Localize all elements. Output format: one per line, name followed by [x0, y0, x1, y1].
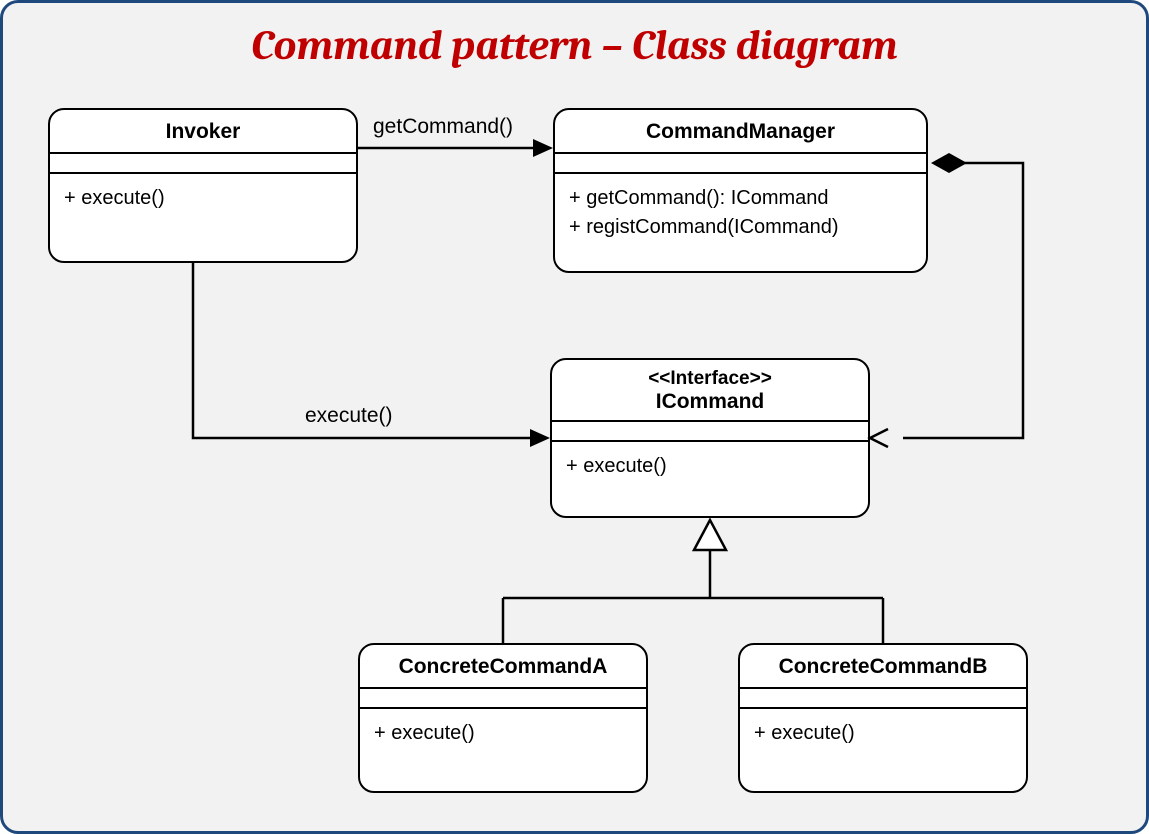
- class-invoker: Invoker + execute(): [48, 108, 358, 263]
- edge-invoker-to-manager: [358, 139, 553, 157]
- method: + registCommand(ICommand): [569, 213, 912, 242]
- method: + execute(): [374, 719, 632, 748]
- class-invoker-methods: + execute(): [50, 174, 356, 223]
- method: + execute(): [64, 184, 342, 213]
- class-invoker-attrs: [50, 154, 356, 174]
- method: + getCommand(): ICommand: [569, 184, 912, 213]
- diagram-title: Command pattern – Class diagram: [3, 21, 1146, 70]
- class-concrete-a-methods: + execute(): [360, 709, 646, 758]
- class-concrete-b-methods: + execute(): [740, 709, 1026, 758]
- class-command-manager-name: CommandManager: [555, 110, 926, 154]
- class-icommand-methods: + execute(): [552, 442, 868, 491]
- class-icommand: <<Interface>> ICommand + execute(): [550, 358, 870, 518]
- class-concrete-command-b: ConcreteCommandB + execute(): [738, 643, 1028, 793]
- method: + execute(): [754, 719, 1012, 748]
- class-icommand-attrs: [552, 422, 868, 442]
- diagram-frame: Command pattern – Class diagram Invoker …: [0, 0, 1149, 834]
- method: + execute(): [566, 452, 854, 481]
- class-concrete-b-name: ConcreteCommandB: [740, 645, 1026, 689]
- class-icommand-stereotype: <<Interface>>: [560, 368, 860, 390]
- class-invoker-name: Invoker: [50, 110, 356, 154]
- class-concrete-a-attrs: [360, 689, 646, 709]
- class-concrete-a-name: ConcreteCommandA: [360, 645, 646, 689]
- class-icommand-name-block: <<Interface>> ICommand: [552, 360, 868, 422]
- class-command-manager-attrs: [555, 154, 926, 174]
- edge-label-getcommand: getCommand(): [373, 115, 513, 139]
- class-command-manager: CommandManager + getCommand(): ICommand …: [553, 108, 928, 273]
- class-command-manager-methods: + getCommand(): ICommand + registCommand…: [555, 174, 926, 252]
- class-concrete-b-attrs: [740, 689, 1026, 709]
- edge-generalization: [503, 520, 883, 643]
- class-icommand-name: ICommand: [656, 390, 765, 413]
- edge-label-execute: execute(): [305, 404, 393, 428]
- class-concrete-command-a: ConcreteCommandA + execute(): [358, 643, 648, 793]
